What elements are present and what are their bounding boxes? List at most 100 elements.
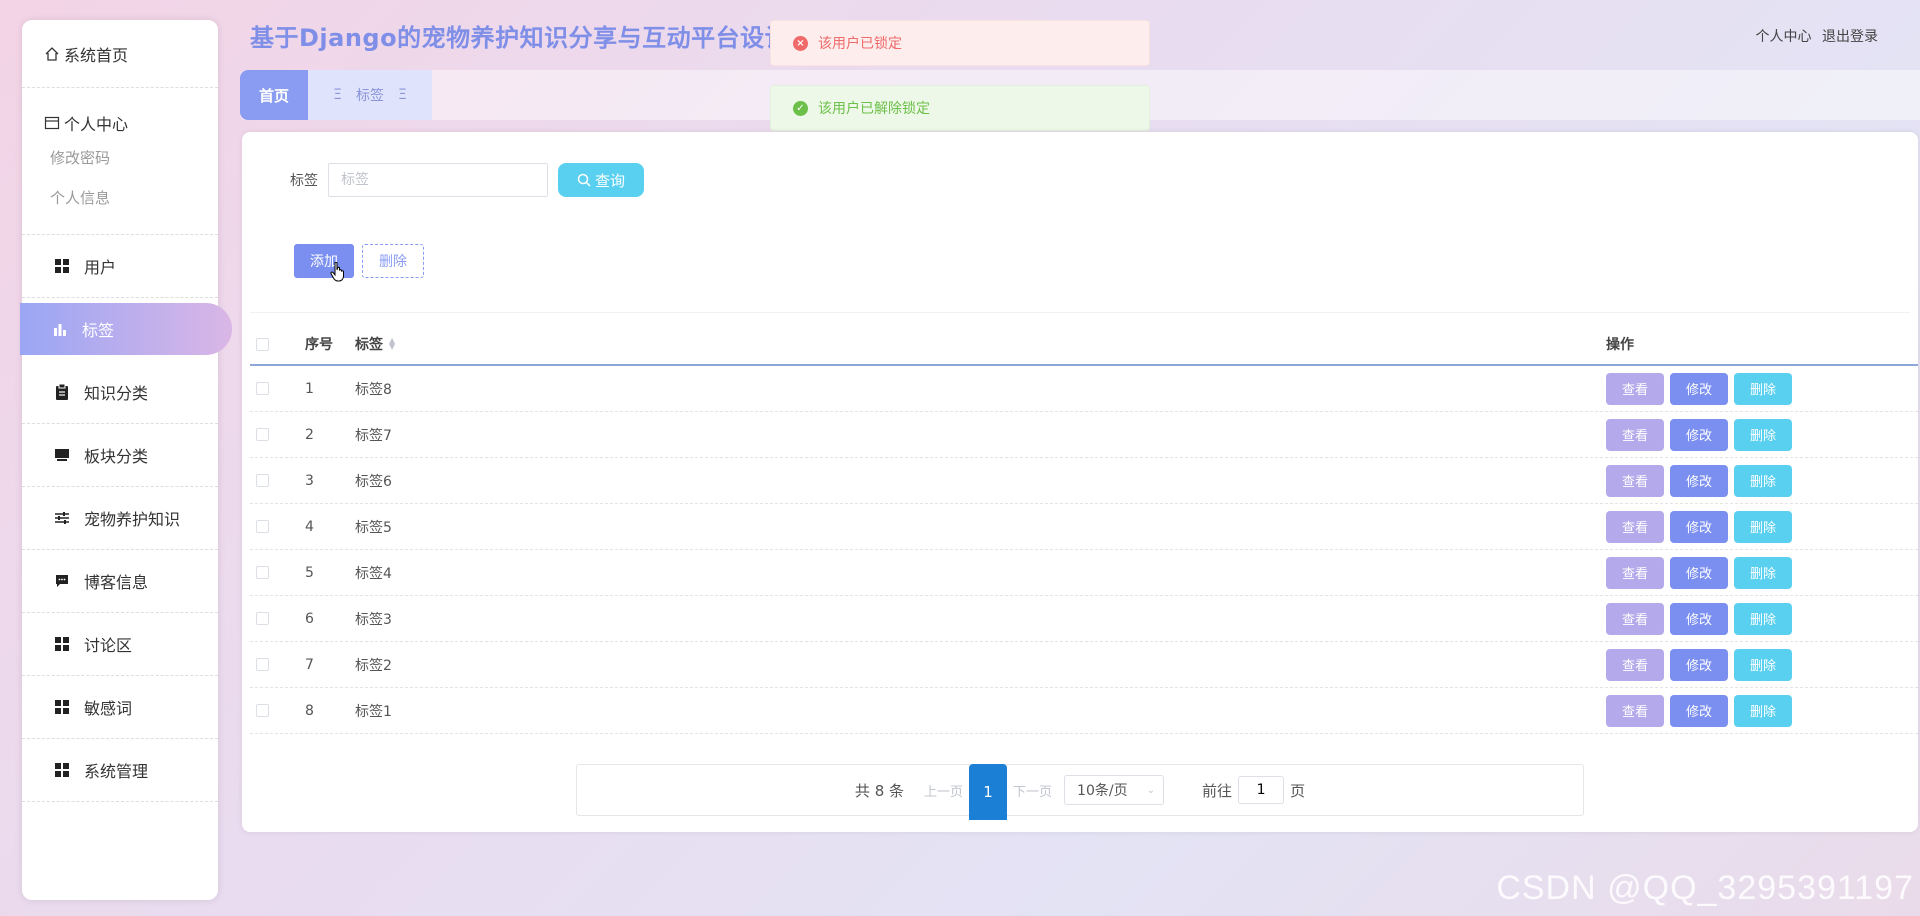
goto-page: 前往 页 (1202, 776, 1305, 804)
row-tag: 标签6 (355, 473, 392, 490)
view-button[interactable]: 查看 (1606, 602, 1664, 635)
row-checkbox[interactable] (256, 474, 269, 487)
sidebar-item-discussion[interactable]: 讨论区 (22, 613, 218, 676)
sort-icon[interactable]: ▲ ▼ (389, 337, 395, 351)
row-index: 7 (305, 656, 314, 673)
search-input[interactable] (328, 163, 548, 197)
view-button[interactable]: 查看 (1606, 372, 1664, 405)
edit-button[interactable]: 修改 (1670, 464, 1728, 497)
prev-page-button[interactable]: 上一页 (924, 781, 963, 800)
row-checkbox[interactable] (256, 566, 269, 579)
view-button[interactable]: 查看 (1606, 418, 1664, 451)
toast-success: ✓ 该用户已解除锁定 (770, 85, 1150, 131)
sidebar-subitem-change-password[interactable]: 修改密码 (22, 138, 218, 178)
sidebar-item-pet-care-knowledge[interactable]: 宠物养护知识 (22, 487, 218, 550)
view-button[interactable]: 查看 (1606, 694, 1664, 727)
row-tag: 标签8 (355, 381, 392, 398)
tags-table: 序号 标签 ▲▼ 操作 1 标签8 查看 修改 删除 2 标签7 查看 修改 (250, 324, 1918, 734)
sidebar-item-knowledge-category[interactable]: 知识分类 (22, 361, 218, 424)
tab-tags[interactable]: Ξ 标签 Ξ (308, 70, 432, 120)
sidebar-item-board-category[interactable]: 板块分类 (22, 424, 218, 487)
row-index: 5 (305, 564, 314, 581)
view-button[interactable]: 查看 (1606, 464, 1664, 497)
page-size-value: 10条/页 (1077, 783, 1128, 799)
sidebar-item-label: 知识分类 (84, 384, 149, 403)
toast-message: 该用户已解除锁定 (818, 101, 930, 117)
watermark: CSDN @QQ_3295391197 (1496, 869, 1914, 907)
view-button[interactable]: 查看 (1606, 648, 1664, 681)
sidebar-item-sensitive-words[interactable]: 敏感词 (22, 676, 218, 739)
tab-menu-icon: Ξ (333, 87, 342, 103)
delete-button[interactable]: 删除 (1734, 556, 1792, 589)
view-button[interactable]: 查看 (1606, 556, 1664, 589)
toast-message: 该用户已锁定 (818, 36, 902, 52)
row-index: 8 (305, 702, 314, 719)
tab-label: 标签 (356, 88, 384, 104)
sidebar-item-label: 用户 (84, 258, 117, 277)
app-title: 基于Django的宠物养护知识分享与互动平台设计 (250, 24, 790, 52)
personal-center-link[interactable]: 个人中心 (1756, 29, 1812, 45)
sidebar-item-label: 讨论区 (84, 636, 133, 655)
delete-button[interactable]: 删除 (1734, 694, 1792, 727)
next-page-button[interactable]: 下一页 (1013, 781, 1052, 800)
search-button-label: 查询 (594, 171, 625, 190)
table-row: 4 标签5 查看 修改 删除 (250, 504, 1918, 550)
tab-home[interactable]: 首页 (240, 70, 308, 120)
sliders-icon (52, 511, 72, 525)
delete-button[interactable]: 删除 (1734, 648, 1792, 681)
delete-button[interactable]: 删除 (1734, 602, 1792, 635)
sidebar-subitem-personal-info[interactable]: 个人信息 (22, 178, 218, 218)
sidebar-item-home[interactable]: 系统首页 (22, 20, 218, 88)
edit-button[interactable]: 修改 (1670, 694, 1728, 727)
delete-button[interactable]: 删除 (1734, 372, 1792, 405)
sidebar-item-personal-center[interactable]: 个人中心 (22, 108, 218, 138)
goto-suffix: 页 (1290, 781, 1306, 800)
row-checkbox[interactable] (256, 382, 269, 395)
delete-button[interactable]: 删除 (1734, 510, 1792, 543)
edit-button[interactable]: 修改 (1670, 556, 1728, 589)
sidebar-item-system-management[interactable]: 系统管理 (22, 739, 218, 802)
edit-button[interactable]: 修改 (1670, 648, 1728, 681)
logout-link[interactable]: 退出登录 (1822, 29, 1878, 45)
delete-button[interactable]: 删除 (1734, 418, 1792, 451)
row-checkbox[interactable] (256, 428, 269, 441)
search-button[interactable]: 查询 (558, 163, 644, 197)
goto-page-input[interactable] (1238, 776, 1285, 804)
row-checkbox[interactable] (256, 658, 269, 671)
sidebar-item-blog-info[interactable]: 博客信息 (22, 550, 218, 613)
row-checkbox[interactable] (256, 612, 269, 625)
column-header-ops: 操作 (1606, 337, 1634, 353)
goto-prefix: 前往 (1202, 781, 1233, 800)
delete-button[interactable]: 删除 (1734, 464, 1792, 497)
grid-icon (52, 637, 72, 651)
page-number-button[interactable]: 1 (969, 764, 1008, 820)
page-size-select[interactable]: 10条/页 ⌄ (1064, 775, 1165, 805)
row-checkbox[interactable] (256, 704, 269, 717)
batch-delete-button[interactable]: 删除 (362, 244, 424, 278)
sidebar-item-tags[interactable]: 标签 (20, 303, 232, 355)
check-circle-icon: ✓ (793, 100, 808, 116)
search-icon (577, 173, 591, 187)
table-row: 8 标签1 查看 修改 删除 (250, 688, 1918, 734)
clipboard-icon (52, 384, 72, 400)
table-row: 7 标签2 查看 修改 删除 (250, 642, 1918, 688)
table-row: 1 标签8 查看 修改 删除 (250, 366, 1918, 412)
view-button[interactable]: 查看 (1606, 510, 1664, 543)
row-checkbox[interactable] (256, 520, 269, 533)
sidebar-item-label: 板块分类 (84, 447, 149, 466)
sidebar-item-users[interactable]: 用户 (22, 235, 218, 298)
main-panel: 标签 查询 添加 删除 序号 标签 ▲▼ 操作 1 标签8 查看 (242, 132, 1918, 832)
search-row: 标签 查询 (290, 163, 644, 197)
row-index: 4 (305, 518, 314, 535)
row-index: 3 (305, 472, 314, 489)
action-buttons: 添加 删除 (294, 244, 424, 278)
edit-button[interactable]: 修改 (1670, 510, 1728, 543)
column-header-tag[interactable]: 标签 ▲ ▼ (355, 334, 1606, 354)
sidebar-item-label: 博客信息 (84, 573, 149, 592)
sidebar: 系统首页 个人中心 修改密码 个人信息 用户 标签 知识分类 板块分类 宠物养护… (20, 20, 232, 900)
edit-button[interactable]: 修改 (1670, 372, 1728, 405)
edit-button[interactable]: 修改 (1670, 418, 1728, 451)
select-all-checkbox[interactable] (256, 337, 269, 351)
column-header-index: 序号 (305, 337, 333, 353)
edit-button[interactable]: 修改 (1670, 602, 1728, 635)
